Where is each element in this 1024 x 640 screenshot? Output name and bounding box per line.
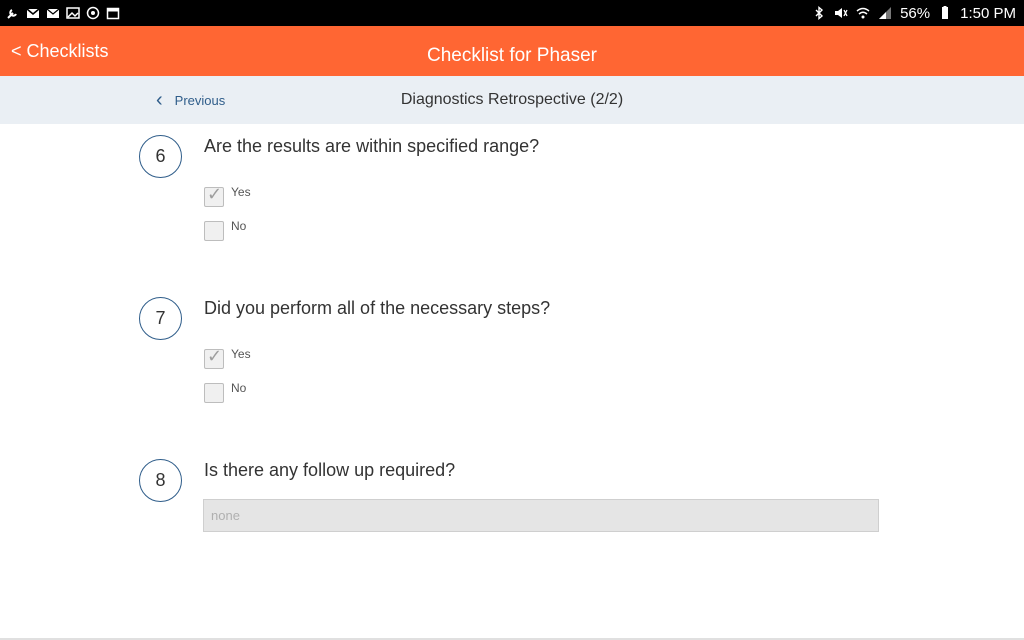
checklist-content: 6 Are the results are within specified r… bbox=[0, 124, 1024, 640]
battery-percent: 56% bbox=[900, 4, 931, 22]
notification-icons bbox=[6, 4, 120, 22]
question-number: 6 bbox=[139, 135, 182, 178]
follow-up-input[interactable] bbox=[203, 499, 879, 532]
sync-icon bbox=[86, 6, 100, 20]
page-title: Checklist for Phaser bbox=[426, 45, 597, 66]
checkbox[interactable]: ✓ bbox=[204, 346, 224, 369]
battery-icon bbox=[938, 6, 952, 20]
question-text: Did you perform all of the necessary ste… bbox=[204, 298, 551, 318]
option-yes[interactable]: ✓ Yes bbox=[204, 184, 251, 207]
email-icon bbox=[46, 6, 60, 20]
wifi-icon bbox=[856, 6, 870, 20]
calendar-icon bbox=[106, 6, 120, 20]
signal-icon bbox=[878, 6, 892, 20]
section-title: Diagnostics Retrospective (2/2) bbox=[400, 91, 624, 108]
checkmark-icon: ✓ bbox=[207, 184, 223, 204]
option-label: Yes bbox=[231, 347, 251, 361]
option-no[interactable]: No bbox=[204, 219, 247, 241]
option-no[interactable]: No bbox=[204, 381, 247, 403]
option-label: No bbox=[231, 381, 247, 395]
mute-icon bbox=[834, 6, 848, 20]
option-label: Yes bbox=[231, 185, 251, 199]
question-text: Are the results are within specified ran… bbox=[204, 136, 540, 156]
wrench-icon bbox=[6, 6, 20, 20]
clock: 1:50 PM bbox=[960, 4, 1016, 22]
checkbox[interactable] bbox=[204, 221, 224, 241]
image-icon bbox=[66, 6, 80, 20]
question-number: 8 bbox=[139, 459, 182, 502]
question-number: 7 bbox=[139, 297, 182, 340]
gmail-icon bbox=[26, 6, 40, 20]
bluetooth-icon bbox=[812, 6, 826, 20]
app-bar: < Checklists Checklist for Phaser bbox=[0, 26, 1024, 76]
option-label: No bbox=[231, 219, 247, 233]
back-to-checklists-button[interactable]: < Checklists bbox=[11, 26, 109, 76]
checkmark-icon: ✓ bbox=[207, 346, 223, 366]
status-bar: 56% 1:50 PM bbox=[0, 0, 1024, 26]
checkbox[interactable] bbox=[204, 383, 224, 403]
question-text: Is there any follow up required? bbox=[204, 460, 456, 480]
system-icons: 56% 1:50 PM bbox=[812, 0, 1016, 26]
section-header: ‹ Previous Diagnostics Retrospective (2/… bbox=[0, 76, 1024, 124]
checkbox[interactable]: ✓ bbox=[204, 184, 224, 207]
option-yes[interactable]: ✓ Yes bbox=[204, 346, 251, 369]
